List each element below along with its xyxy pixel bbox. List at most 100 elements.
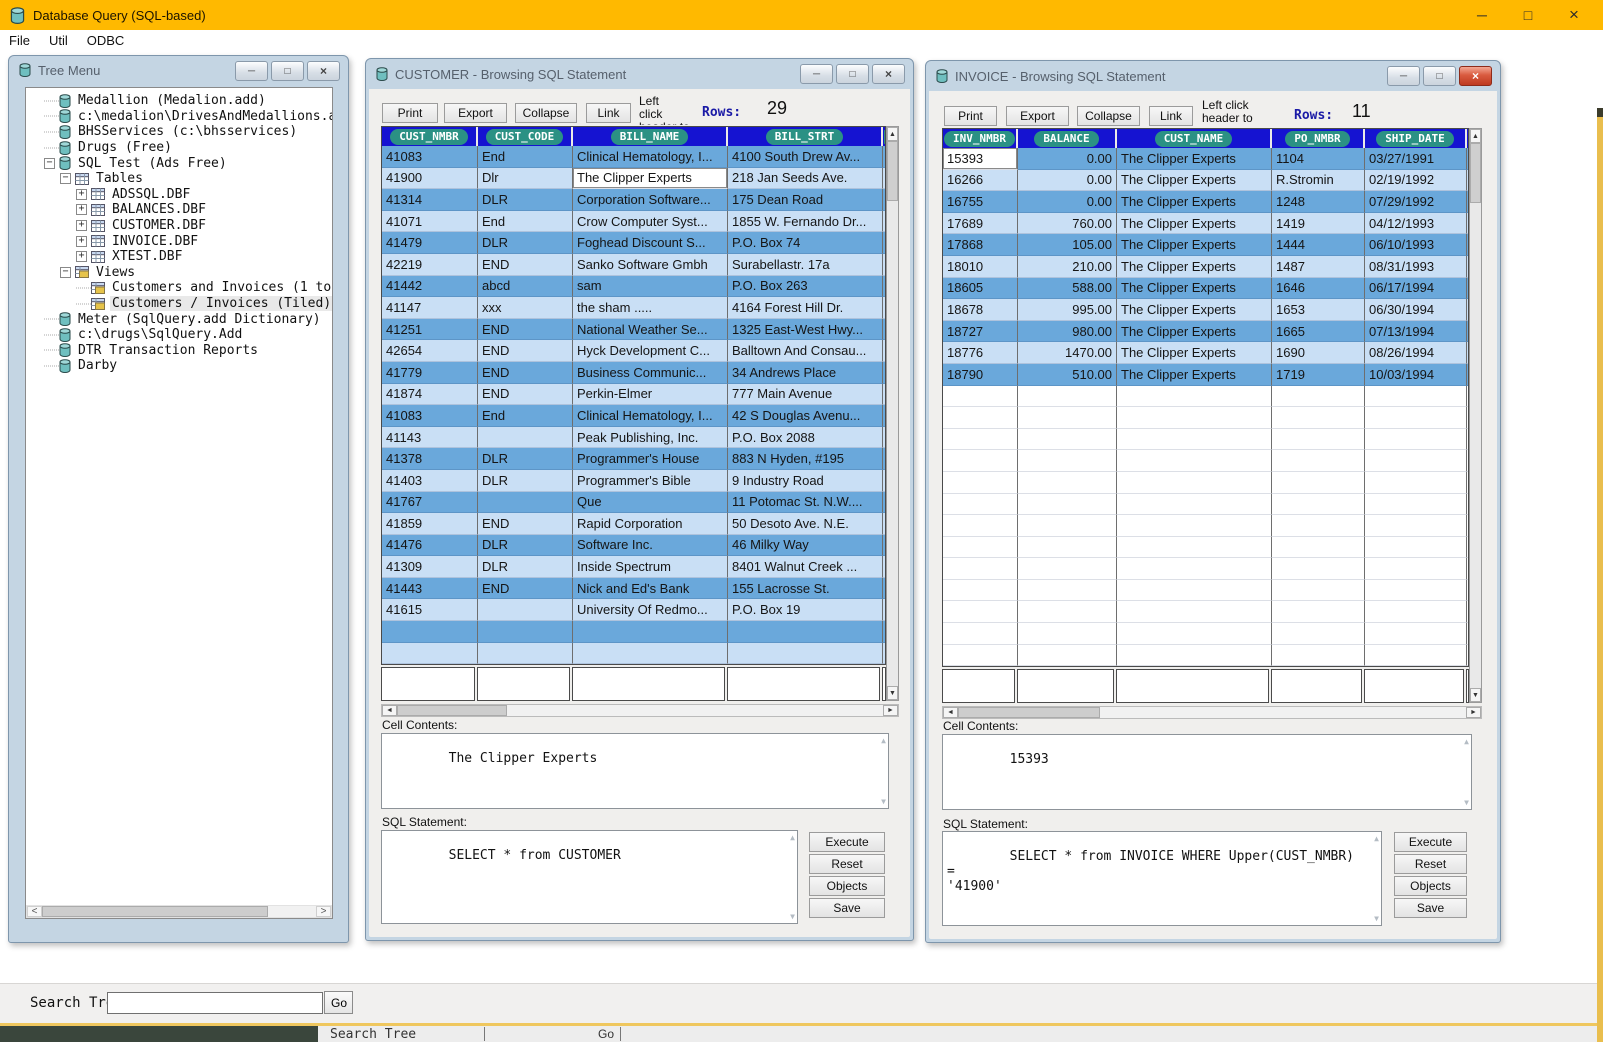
table-row[interactable]: 41615University Of Redmo...P.O. Box 19 [382, 599, 885, 621]
column-header[interactable]: INV_NMBR [943, 129, 1018, 148]
grid-cell[interactable]: Crow Computer Syst... [573, 211, 728, 233]
grid-cell[interactable]: Programmer's House [573, 448, 728, 470]
table-row[interactable]: 153930.00The Clipper Experts110403/27/19… [943, 148, 1468, 170]
expand-icon[interactable]: + [76, 189, 87, 200]
tree-item[interactable]: −Views [26, 265, 332, 281]
table-row[interactable]: 41859ENDRapid Corporation50 Desoto Ave. … [382, 513, 885, 535]
grid-cell[interactable]: 1444 [1272, 234, 1365, 256]
grid-cell[interactable]: 0.00 [1018, 170, 1117, 192]
grid-cell[interactable]: DLR [478, 470, 573, 492]
append-row-cell[interactable] [1017, 669, 1114, 703]
reset-button[interactable]: Reset [809, 854, 885, 874]
grid-cell[interactable]: 41147 [382, 297, 478, 319]
grid-cell[interactable]: Balltown And Consau... [728, 340, 883, 362]
grid-cell[interactable]: 1719 [1272, 364, 1365, 386]
maximize-button[interactable]: □ [1505, 0, 1551, 30]
table-row[interactable]: 41314DLRCorporation Software...175 Dean … [382, 189, 885, 211]
grid-cell[interactable]: The Clipper Experts [1117, 342, 1272, 364]
grid-cell[interactable]: 41900 [382, 168, 478, 190]
append-row-cell[interactable] [381, 667, 475, 701]
grid-cell[interactable]: 41143 [382, 427, 478, 449]
scroll-up-button[interactable]: ▲ [887, 127, 898, 141]
link-button[interactable]: Link [1149, 106, 1193, 126]
tree-item[interactable]: +INVOICE.DBF [26, 233, 332, 249]
append-row-cell[interactable] [1271, 669, 1362, 703]
grid-cell[interactable]: END [478, 384, 573, 406]
collapse-icon[interactable]: − [60, 267, 71, 278]
grid-cell[interactable]: The Clipper Experts [1117, 278, 1272, 300]
table-row[interactable]: 41378DLRProgrammer's House883 N Hyden, #… [382, 448, 885, 470]
objects-button[interactable]: Objects [1394, 876, 1467, 896]
collapse-icon[interactable]: − [60, 173, 71, 184]
scroll-down-icon[interactable]: ▼ [881, 797, 886, 806]
grid-append-row[interactable] [942, 669, 1469, 703]
minimize-button[interactable]: ─ [800, 64, 833, 84]
grid-cell[interactable]: END [478, 513, 573, 535]
scrollbar-track[interactable] [397, 705, 883, 716]
grid-cell[interactable]: 41767 [382, 492, 478, 514]
customer-window-titlebar[interactable]: CUSTOMER - Browsing SQL Statement ─ □ × [366, 59, 913, 89]
maximize-button[interactable]: □ [1423, 66, 1456, 86]
grid-cell[interactable]: 1690 [1272, 342, 1365, 364]
vertical-scrollbar[interactable]: ▲▼ [1469, 128, 1482, 703]
grid-cell[interactable]: 980.00 [1018, 321, 1117, 343]
grid-cell[interactable]: 04/12/1993 [1365, 213, 1467, 235]
scroll-up-icon[interactable]: ▲ [790, 833, 795, 842]
grid-cell[interactable]: 18010 [943, 256, 1018, 278]
grid-append-row[interactable] [381, 667, 886, 701]
expand-icon[interactable]: + [76, 236, 87, 247]
grid-cell[interactable]: Rapid Corporation [573, 513, 728, 535]
tree-item[interactable]: c:\drugs\SqlQuery.Add [26, 327, 332, 343]
grid-cell[interactable]: The Clipper Experts [1117, 256, 1272, 278]
grid-cell[interactable]: Nick and Ed's Bank [573, 578, 728, 600]
invoice-window-titlebar[interactable]: INVOICE - Browsing SQL Statement ─ □ × [926, 61, 1500, 91]
tree-item[interactable]: +BALANCES.DBF [26, 202, 332, 218]
tree-item[interactable]: −Tables [26, 171, 332, 187]
grid-cell[interactable]: Inside Spectrum [573, 556, 728, 578]
grid-cell[interactable]: 16755 [943, 191, 1018, 213]
scroll-right-button[interactable]: > [316, 906, 331, 917]
grid-cell[interactable]: 41071 [382, 211, 478, 233]
grid-cell[interactable]: 1248 [1272, 191, 1365, 213]
grid-cell[interactable]: 11 Potomac St. N.W.... [728, 492, 883, 514]
table-row[interactable]: 42219ENDSanko Software GmbhSurabellastr.… [382, 254, 885, 276]
grid-cell[interactable]: END [478, 340, 573, 362]
grid-cell[interactable]: DLR [478, 232, 573, 254]
table-row[interactable]: 42654ENDHyck Development C...Balltown An… [382, 340, 885, 362]
column-header[interactable]: CUST_NAME [1117, 129, 1272, 148]
grid-cell[interactable]: 06/10/1993 [1365, 234, 1467, 256]
grid-cell[interactable]: 1325 East-West Hwy... [728, 319, 883, 341]
grid-cell[interactable]: 41442 [382, 276, 478, 298]
save-button[interactable]: Save [1394, 898, 1467, 918]
grid-cell[interactable]: 41251 [382, 319, 478, 341]
execute-button[interactable]: Execute [1394, 832, 1467, 852]
grid-cell[interactable]: 41779 [382, 362, 478, 384]
grid-cell[interactable]: 41083 [382, 405, 478, 427]
maximize-button[interactable]: □ [271, 61, 304, 81]
table-row[interactable]: 41083EndClinical Hematology, I...42 S Do… [382, 405, 885, 427]
append-row-cell[interactable] [727, 667, 880, 701]
cell-contents-box[interactable]: The Clipper Experts ▲ ▼ [381, 733, 889, 809]
grid-cell[interactable]: DLR [478, 535, 573, 557]
grid-cell[interactable]: 588.00 [1018, 278, 1117, 300]
grid-cell[interactable]: 8401 Walnut Creek ... [728, 556, 883, 578]
grid-cell[interactable]: 34 Andrews Place [728, 362, 883, 384]
grid-cell[interactable]: 08/26/1994 [1365, 342, 1467, 364]
scroll-up-button[interactable]: ▲ [1470, 129, 1481, 143]
grid-cell[interactable]: 06/17/1994 [1365, 278, 1467, 300]
grid-cell[interactable]: DLR [478, 189, 573, 211]
grid-cell[interactable]: 0.00 [1018, 191, 1117, 213]
scroll-down-icon[interactable]: ▼ [790, 912, 795, 921]
tree-item[interactable]: +XTEST.DBF [26, 249, 332, 265]
table-row[interactable]: 41779ENDBusiness Communic...34 Andrews P… [382, 362, 885, 384]
grid-cell[interactable]: 18790 [943, 364, 1018, 386]
grid-cell[interactable]: 1653 [1272, 299, 1365, 321]
grid-cell[interactable] [478, 599, 573, 621]
scrollbar-track[interactable] [887, 141, 898, 686]
grid-cell[interactable]: The Clipper Experts [1117, 170, 1272, 192]
grid-cell[interactable]: 08/31/1993 [1365, 256, 1467, 278]
grid-cell[interactable]: 41309 [382, 556, 478, 578]
scroll-right-button[interactable]: ► [1466, 707, 1481, 718]
grid-cell[interactable]: 1487 [1272, 256, 1365, 278]
scrollbar-thumb[interactable] [42, 906, 268, 917]
